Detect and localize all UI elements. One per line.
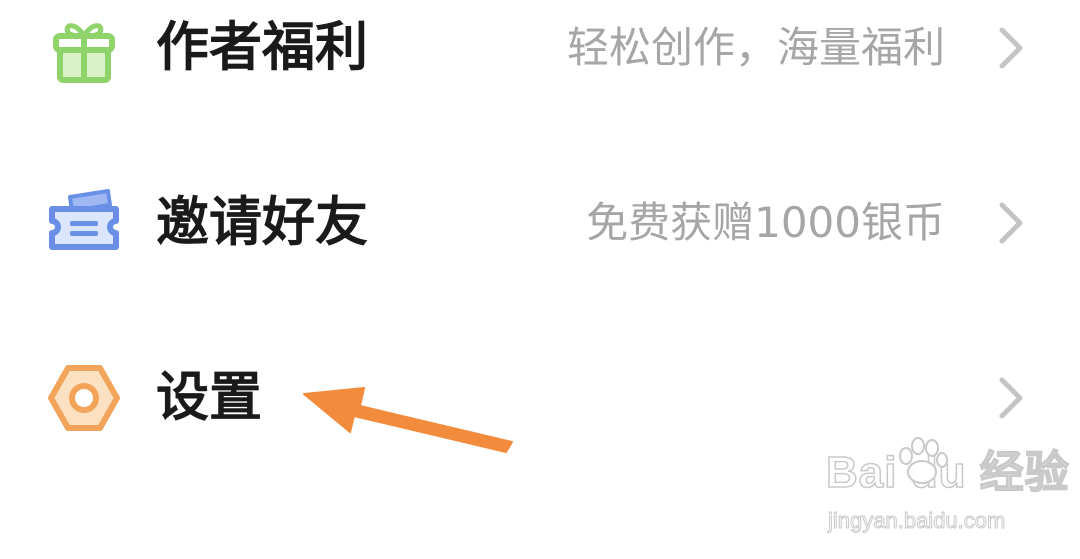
pointer-arrow-icon — [300, 370, 520, 470]
chevron-right-icon — [996, 26, 1026, 70]
menu-item-author-benefits[interactable]: 作者福利 轻松创作，海量福利 — [0, 0, 1080, 108]
menu-item-title: 邀请好友 — [156, 192, 368, 253]
paw-logo-icon — [899, 437, 948, 484]
ticket-icon — [46, 185, 122, 261]
menu-item-invite-friends[interactable]: 邀请好友 免费获赠1000银币 — [0, 163, 1080, 283]
menu-item-description: 免费获赠1000银币 — [586, 198, 945, 247]
chevron-right-icon — [996, 201, 1026, 245]
menu-item-description: 轻松创作，海量福利 — [566, 23, 945, 72]
gift-icon — [46, 10, 122, 86]
watermark-url: jingyan.baidu.com — [827, 508, 1006, 534]
menu-item-title: 设置 — [156, 367, 262, 428]
chevron-right-icon — [996, 376, 1026, 420]
menu-item-title: 作者福利 — [156, 17, 368, 78]
watermark: Bai du 经验 jingyan.baidu.com — [825, 436, 1069, 546]
settings-hexagon-icon — [46, 360, 122, 436]
settings-menu-screen: 作者福利 轻松创作，海量福利 邀请好友 免费获赠1000银币 设置 Bai du… — [0, 0, 1080, 559]
